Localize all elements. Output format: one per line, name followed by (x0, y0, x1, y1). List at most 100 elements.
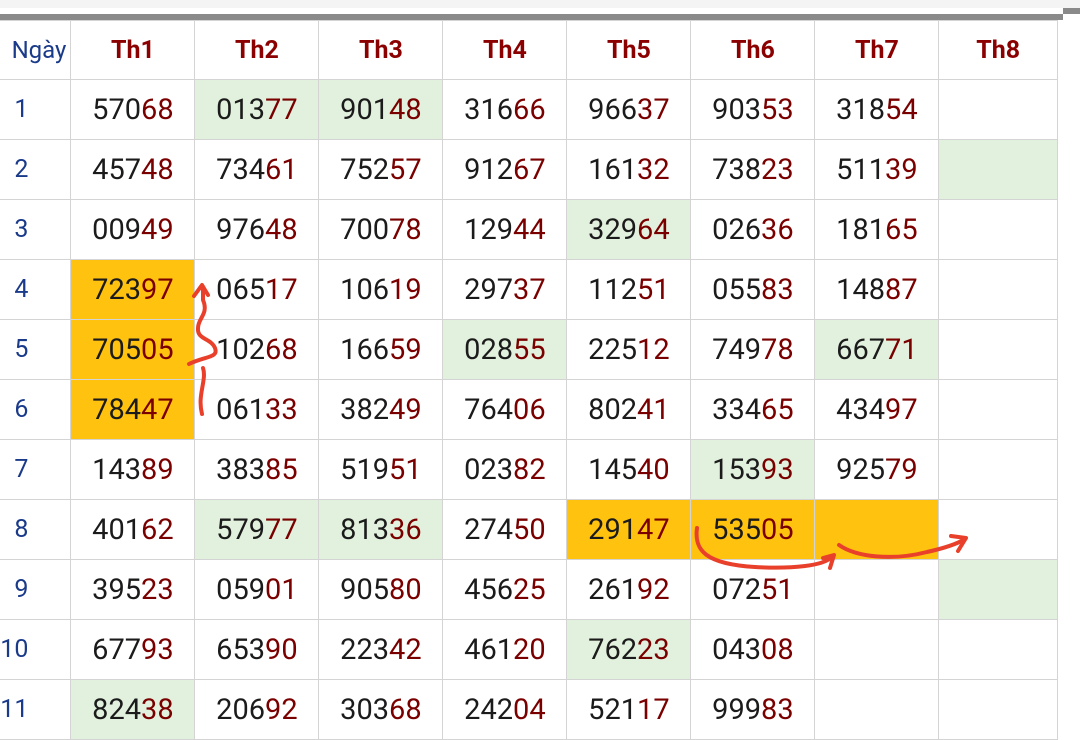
result-cell: 16132 (566, 139, 692, 200)
table-row: 1 57068 01377 90148 31666 96637 90353 31… (0, 79, 1058, 140)
result-cell: 76223 (566, 619, 692, 680)
result-cell: 45748 (70, 139, 196, 200)
result-cell (814, 499, 940, 560)
column-header-th1[interactable]: Th1 (70, 20, 196, 80)
result-cell: 45625 (442, 559, 568, 620)
column-header-th6[interactable]: Th6 (690, 20, 816, 80)
column-header-th5[interactable]: Th5 (566, 20, 692, 80)
result-cell (938, 499, 1058, 560)
result-cell: 51951 (318, 439, 444, 500)
result-cell: 39523 (70, 559, 196, 620)
table-row: 6 78447 06133 38249 76406 80241 33465 43… (0, 379, 1058, 440)
day-number: 1 (0, 79, 72, 140)
lottery-results-table: Ngày Th1 Th2 Th3 Th4 Th5 Th6 Th7 Th8 1 5… (0, 20, 1058, 740)
result-cell (938, 319, 1058, 380)
result-cell: 15393 (690, 439, 816, 500)
result-cell: 70078 (318, 199, 444, 260)
result-cell: 14887 (814, 259, 940, 320)
result-cell (938, 619, 1058, 680)
result-cell: 57977 (194, 499, 320, 560)
day-number: 2 (0, 139, 72, 200)
top-divider-end (1063, 8, 1080, 14)
day-number: 3 (0, 199, 72, 260)
result-cell: 33465 (690, 379, 816, 440)
top-band (0, 0, 1080, 8)
result-cell: 99983 (690, 679, 816, 740)
result-cell: 29147 (566, 499, 692, 560)
table-row: 5 70505 10268 16659 02855 22512 74978 66… (0, 319, 1058, 380)
result-cell: 90353 (690, 79, 816, 140)
result-cell: 18165 (814, 199, 940, 260)
result-cell: 10619 (318, 259, 444, 320)
result-cell: 81336 (318, 499, 444, 560)
result-cell: 02636 (690, 199, 816, 260)
result-cell (938, 199, 1058, 260)
result-cell (938, 139, 1058, 200)
result-cell: 90148 (318, 79, 444, 140)
day-number: 10 (0, 619, 72, 680)
table-row: 3 00949 97648 70078 12944 32964 02636 18… (0, 199, 1058, 260)
day-number: 8 (0, 499, 72, 560)
result-cell: 66771 (814, 319, 940, 380)
table-row: 7 14389 38385 51951 02382 14540 15393 92… (0, 439, 1058, 500)
result-cell: 73461 (194, 139, 320, 200)
result-cell: 30368 (318, 679, 444, 740)
column-header-th4[interactable]: Th4 (442, 20, 568, 80)
result-cell: 43497 (814, 379, 940, 440)
result-cell: 74978 (690, 319, 816, 380)
result-cell (814, 559, 940, 620)
day-column-header: Ngày (0, 20, 72, 80)
result-cell: 92579 (814, 439, 940, 500)
table-row: 8 40162 57977 81336 27450 29147 53505 (0, 499, 1058, 560)
result-cell: 29737 (442, 259, 568, 320)
table-row: 10 67793 65390 22342 46120 76223 04308 (0, 619, 1058, 680)
result-cell: 07251 (690, 559, 816, 620)
result-cell (938, 379, 1058, 440)
result-cell (938, 259, 1058, 320)
result-cell: 12944 (442, 199, 568, 260)
result-cell: 24204 (442, 679, 568, 740)
table-row: 9 39523 05901 90580 45625 26192 07251 (0, 559, 1058, 620)
day-number: 6 (0, 379, 72, 440)
result-cell: 02382 (442, 439, 568, 500)
result-cell: 53505 (690, 499, 816, 560)
result-cell: 31666 (442, 79, 568, 140)
result-cell: 32964 (566, 199, 692, 260)
result-cell: 51139 (814, 139, 940, 200)
result-cell: 01377 (194, 79, 320, 140)
result-cell: 91267 (442, 139, 568, 200)
result-cell: 14540 (566, 439, 692, 500)
result-cell: 05583 (690, 259, 816, 320)
result-cell: 00949 (70, 199, 196, 260)
column-header-th7[interactable]: Th7 (814, 20, 940, 80)
result-cell: 11251 (566, 259, 692, 320)
result-cell: 72397 (70, 259, 196, 320)
result-cell: 46120 (442, 619, 568, 680)
result-cell: 65390 (194, 619, 320, 680)
result-cell (938, 439, 1058, 500)
result-cell: 14389 (70, 439, 196, 500)
table-row: 11 82438 20692 30368 24204 52117 99983 (0, 679, 1058, 740)
result-cell (814, 679, 940, 740)
result-cell: 27450 (442, 499, 568, 560)
result-cell: 52117 (566, 679, 692, 740)
column-header-th8[interactable]: Th8 (938, 20, 1058, 80)
result-cell: 70505 (70, 319, 196, 380)
column-header-th3[interactable]: Th3 (318, 20, 444, 80)
column-header-th2[interactable]: Th2 (194, 20, 320, 80)
result-cell: 78447 (70, 379, 196, 440)
result-cell: 06517 (194, 259, 320, 320)
day-number: 5 (0, 319, 72, 380)
result-cell: 31854 (814, 79, 940, 140)
result-cell: 06133 (194, 379, 320, 440)
result-cell: 67793 (70, 619, 196, 680)
result-cell: 38249 (318, 379, 444, 440)
result-cell (814, 619, 940, 680)
result-cell: 73823 (690, 139, 816, 200)
result-cell (938, 559, 1058, 620)
result-cell: 57068 (70, 79, 196, 140)
result-cell: 96637 (566, 79, 692, 140)
result-cell: 80241 (566, 379, 692, 440)
day-number: 11 (0, 679, 72, 740)
result-cell: 82438 (70, 679, 196, 740)
